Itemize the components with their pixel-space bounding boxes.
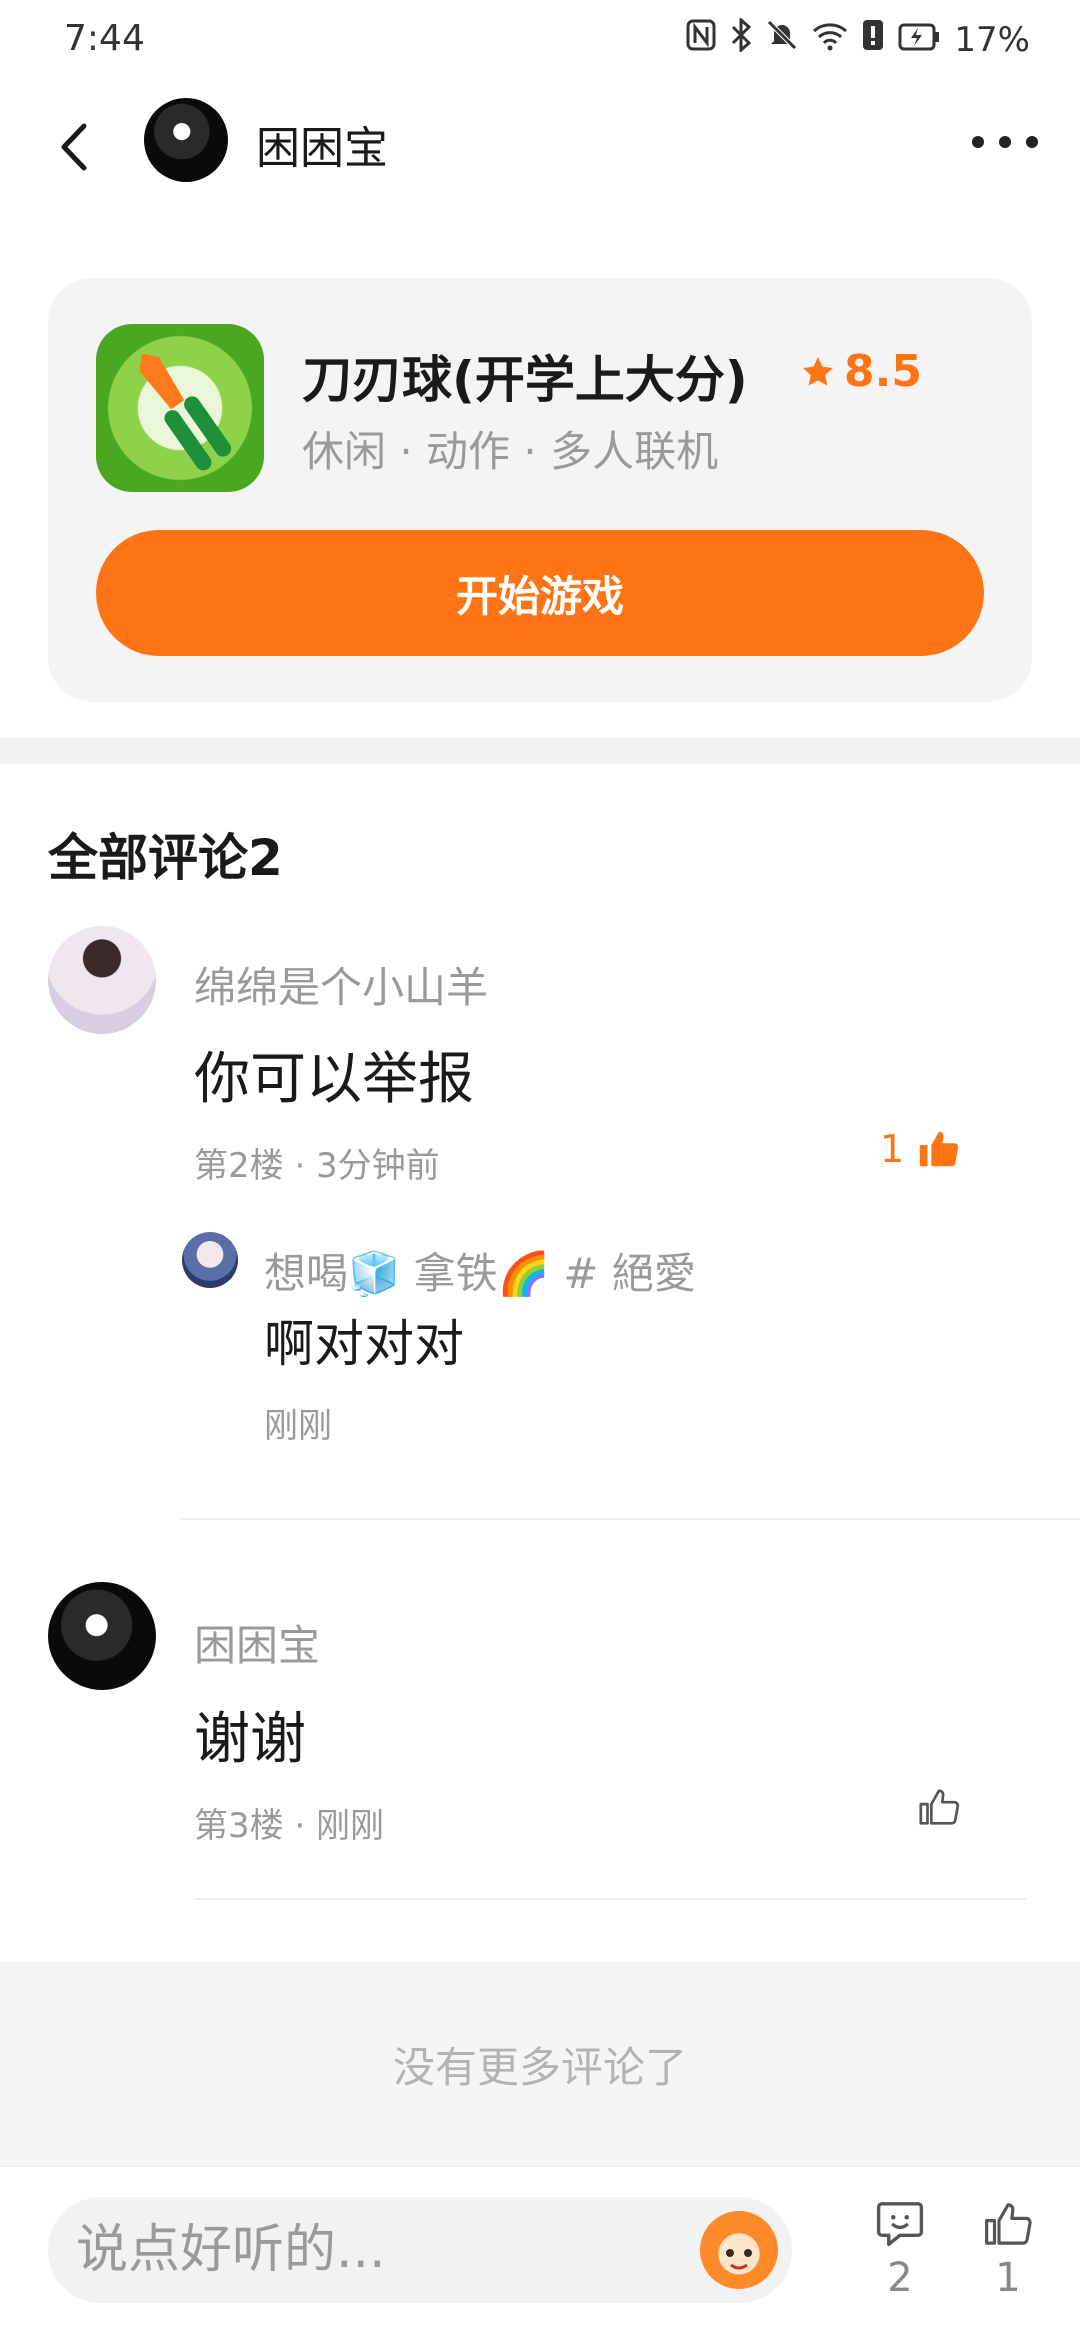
- mascot-face: [726, 2249, 752, 2270]
- like-count: 1: [995, 2255, 1021, 2301]
- comment-divider: [180, 1518, 1080, 1520]
- status-time: 7:44: [64, 18, 145, 59]
- bell-off-icon: [766, 19, 798, 60]
- game-name: 刀刃球(开学上大分): [302, 351, 748, 409]
- dot: [999, 136, 1011, 148]
- comment-text: 你可以举报: [194, 1047, 474, 1112]
- comment-username[interactable]: 绵绵是个小山羊: [194, 954, 488, 1015]
- comment-count: 2: [887, 2255, 913, 2301]
- comments-button[interactable]: 2: [870, 2197, 930, 2317]
- game-tags: 休闲 · 动作 · 多人联机: [302, 427, 719, 476]
- comment-like-button[interactable]: 1: [880, 1126, 962, 1172]
- page-title[interactable]: 困困宝: [256, 112, 388, 176]
- bottom-bar: 2 1: [0, 2166, 1080, 2340]
- chevron-left-icon: [61, 123, 87, 171]
- comment-meta: 第3楼 · 刚刚: [194, 1806, 385, 1846]
- start-game-button[interactable]: 开始游戏: [96, 530, 984, 656]
- reply-text: 啊对对对: [264, 1315, 464, 1373]
- comment-bubble-icon: [876, 2202, 924, 2246]
- thumbs-up-icon: [985, 2203, 1032, 2245]
- status-bar: 7:44 17%: [0, 0, 1080, 80]
- comment-divider: [194, 1898, 1026, 1900]
- alert-icon: [862, 19, 884, 60]
- comment-like-button[interactable]: [916, 1784, 962, 1834]
- reply-avatar[interactable]: [182, 1232, 238, 1288]
- game-rating: 8.5: [800, 346, 922, 397]
- section-divider: [0, 738, 1080, 764]
- comment-text: 谢谢: [194, 1707, 306, 1772]
- like-count: 1: [880, 1127, 905, 1171]
- comment-avatar[interactable]: [48, 1582, 156, 1690]
- wifi-icon: [812, 20, 848, 60]
- battery-charging-icon: [898, 20, 940, 60]
- mascot-emoji-icon[interactable]: [700, 2211, 778, 2289]
- comment-input[interactable]: [74, 2197, 714, 2303]
- game-icon[interactable]: [96, 324, 264, 492]
- status-icons: 17%: [686, 16, 1030, 61]
- battery-percent: 17%: [954, 19, 1030, 60]
- game-card[interactable]: 刀刃球(开学上大分) 8.5 休闲 · 动作 · 多人联机 开始游戏: [48, 278, 1032, 702]
- thumbs-up-icon: [919, 1789, 960, 1825]
- comment-avatar[interactable]: [48, 926, 156, 1034]
- comments-title: 全部评论2: [48, 829, 283, 887]
- blade-ball-icon: [139, 353, 232, 471]
- comment-meta: 第2楼 · 3分钟前: [194, 1146, 440, 1186]
- bluetooth-icon: [730, 16, 752, 61]
- reply-username[interactable]: 想喝🧊 拿铁🌈 # 絕愛: [264, 1240, 696, 1301]
- star-icon: [803, 356, 833, 386]
- reply-time: 刚刚: [264, 1406, 332, 1446]
- rating-value: 8.5: [844, 346, 922, 397]
- header-avatar[interactable]: [144, 98, 228, 182]
- like-button[interactable]: 1: [978, 2197, 1038, 2317]
- dot: [1026, 136, 1038, 148]
- back-button[interactable]: [48, 112, 108, 182]
- dot: [972, 136, 984, 148]
- thumbs-up-filled-icon: [920, 1131, 959, 1167]
- more-options-button[interactable]: [972, 122, 1038, 162]
- comment-username[interactable]: 困困宝: [194, 1612, 320, 1673]
- nfc-icon: [686, 19, 716, 60]
- comment-input-container[interactable]: [48, 2197, 792, 2303]
- no-more-comments: 没有更多评论了: [0, 1962, 1080, 2166]
